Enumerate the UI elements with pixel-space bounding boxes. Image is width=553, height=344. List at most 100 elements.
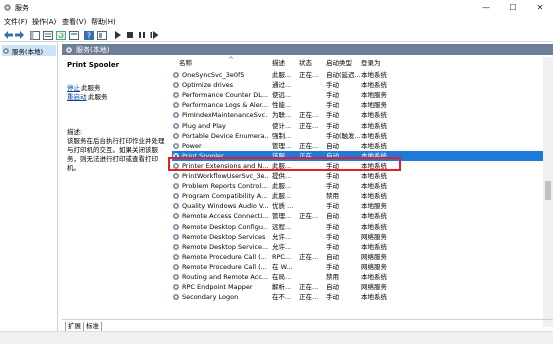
service-desc-cell: 远程... <box>272 222 292 231</box>
service-name-cell: Quality Windows Audio V... <box>182 202 268 211</box>
service-desc-cell: 强制... <box>272 131 292 140</box>
service-gear-icon <box>172 263 180 270</box>
help-icon[interactable]: ? <box>84 30 94 40</box>
service-row[interactable]: Remote Access Connecti... 管理... 正在... 自动 本地系… <box>172 211 544 221</box>
service-startup-cell: 手动 <box>326 202 339 211</box>
service-startup-cell: 自动 <box>326 212 339 221</box>
service-desc-cell: 此服... <box>272 71 292 79</box>
stop-icon[interactable] <box>125 30 135 40</box>
service-row[interactable]: Optimize drives 通过... 手动 本地系统 <box>172 80 544 90</box>
service-row[interactable]: PimIndexMaintenanceSvc... 为联... 正在... 手动 本地系… <box>172 110 544 120</box>
service-status-cell: 正在... <box>299 121 319 130</box>
services-window: 服务 — ☐ ✕ 文件(F) 操作(A) 查看(V) 帮助(H) ? 服务(本地… <box>0 0 553 344</box>
export-icon[interactable] <box>69 30 79 40</box>
service-logon-cell: 本地系统 <box>361 212 387 221</box>
service-row[interactable]: Remote Desktop Configu... 远程... 手动 本地系统 <box>172 222 544 232</box>
service-row[interactable]: Quality Windows Audio V... 优质 ... 手动 本地服务 <box>172 201 544 211</box>
service-startup-cell: 手动 <box>326 121 339 130</box>
pause-icon[interactable] <box>137 30 147 40</box>
vertical-scrollbar[interactable] <box>543 57 553 327</box>
service-row[interactable]: Routing and Remote Acc... 在局... 禁用 本地系统 <box>172 272 544 282</box>
service-gear-icon <box>172 122 180 129</box>
service-startup-cell: 手动 <box>326 232 339 241</box>
view-icon[interactable] <box>97 30 107 40</box>
service-desc-cell: 使计... <box>272 121 292 130</box>
service-row[interactable]: Power 管理... 正在... 自动 本地系统 <box>172 141 544 151</box>
service-row[interactable]: Problem Reports Control... 此服... 手动 本地系统 <box>172 181 544 191</box>
menu-view[interactable]: 查看(V) <box>62 17 86 27</box>
service-row[interactable]: PrintWorkflowUserSvc_3e... 提供... 手动 本地系统 <box>172 171 544 181</box>
service-name-cell: Remote Access Connecti... <box>182 212 268 221</box>
menu-file[interactable]: 文件(F) <box>4 17 28 27</box>
service-row[interactable]: RPC Endpoint Mapper 解析... 正在... 自动 网络服务 <box>172 282 544 292</box>
service-startup-cell: 手动 <box>326 111 339 120</box>
service-row[interactable]: Remote Procedure Call (... RPC... 正在... 自动 网… <box>172 252 544 262</box>
maximize-button[interactable]: ☐ <box>500 0 526 15</box>
content-header-title: 服务(本地) <box>76 46 110 54</box>
service-name-cell: Program Compatibility A... <box>182 192 268 201</box>
service-logon-cell: 本地系统 <box>361 121 387 130</box>
service-gear-icon <box>172 82 180 89</box>
service-gear-icon <box>172 132 180 139</box>
service-desc-cell: RPC... <box>272 252 292 261</box>
column-header-name[interactable]: 名称 <box>179 56 192 70</box>
close-button[interactable]: ✕ <box>527 0 553 15</box>
service-logon-cell: 网络服务 <box>361 232 387 241</box>
service-row[interactable]: Performance Logs & Aler... 性能... 手动 本地服务 <box>172 100 544 110</box>
service-row[interactable]: OneSyncSvc_3e0f5 此服... 正在... 自动(延迟... 本地系统 <box>172 70 544 80</box>
service-gear-icon <box>172 273 180 281</box>
content-header: 服务(本地) <box>62 44 553 55</box>
service-gear-icon <box>172 284 180 291</box>
start-icon[interactable] <box>113 30 123 40</box>
column-header-description[interactable]: 描述 <box>272 56 285 70</box>
service-gear-icon <box>172 183 180 190</box>
service-logon-cell: 本地系统 <box>361 182 387 191</box>
service-row[interactable]: Program Compatibility A... 此服... 禁用 本地系统 <box>172 191 544 201</box>
menu-action[interactable]: 操作(A) <box>32 17 56 27</box>
refresh-icon[interactable] <box>56 30 66 40</box>
service-startup-cell: 自动 <box>326 141 339 150</box>
service-row[interactable]: Remote Desktop Services 允许... 手动 网络服务 <box>172 232 544 242</box>
restart-service-link[interactable]: 重启动 <box>67 91 87 101</box>
column-header-logon-as[interactable]: 登录为 <box>361 56 381 70</box>
service-row[interactable]: Performance Counter DL... 使远... 手动 本地服务 <box>172 90 544 100</box>
service-name-cell: OneSyncSvc_3e0f5 <box>182 71 245 79</box>
window-title: 服务 <box>15 4 29 12</box>
restart-icon[interactable] <box>149 30 159 40</box>
service-name-cell: Plug and Play <box>182 121 226 130</box>
service-startup-cell: 手动 <box>326 293 339 302</box>
content-pane: 服务(本地) Print Spooler 停止 此服务 重启动 此服务 描述: … <box>62 42 553 344</box>
service-row[interactable]: Portable Device Enumera... 强制... 手动(触发... 本… <box>172 131 544 141</box>
properties-icon[interactable] <box>43 30 53 40</box>
menu-help[interactable]: 帮助(H) <box>91 17 116 27</box>
service-logon-cell: 本地服务 <box>361 101 387 110</box>
minimize-button[interactable]: — <box>473 0 499 15</box>
status-bar <box>0 331 553 344</box>
service-row[interactable]: Remote Desktop Service... 允许... 手动 本地系统 <box>172 242 544 252</box>
show-tree-icon[interactable] <box>30 30 40 40</box>
services-gear-icon <box>66 47 72 53</box>
service-logon-cell: 本地系统 <box>361 81 387 90</box>
service-startup-cell: 自动 <box>326 283 339 292</box>
column-header-startup-type[interactable]: 启动类型 <box>326 56 352 70</box>
service-name-cell: Remote Desktop Service... <box>182 242 268 251</box>
service-status-cell: 正在... <box>299 141 319 150</box>
service-desc-cell: 在局... <box>272 273 292 281</box>
service-startup-cell: 自动(延迟... <box>326 71 360 79</box>
service-logon-cell: 网络服务 <box>361 252 387 261</box>
service-gear-icon <box>172 233 180 240</box>
back-icon[interactable] <box>3 30 13 40</box>
service-row[interactable]: Plug and Play 使计... 正在... 手动 本地系统 <box>172 121 544 131</box>
tree-item-services-local[interactable]: 服务(本地) <box>2 45 56 56</box>
service-desc-cell: 管理... <box>272 141 292 150</box>
forward-icon[interactable] <box>14 30 24 40</box>
service-row[interactable]: Remote Procedure Call (... 在 W... 手动 网络服务 <box>172 262 544 272</box>
scrollbar-thumb[interactable] <box>545 181 551 200</box>
service-name-cell: Remote Desktop Configu... <box>182 222 268 231</box>
service-row[interactable]: Secondary Logon 在不... 正在... 手动 本地系统 <box>172 292 544 302</box>
service-desc-cell: 使远... <box>272 91 292 100</box>
column-header-status[interactable]: 状态 <box>299 56 312 70</box>
service-desc-cell: 解析... <box>272 283 292 292</box>
description-text: 该服务在后台执行打印作业并处理与打印机的交互。如果关闭该服务，则无法进行打印或查… <box>67 137 165 172</box>
service-gear-icon <box>172 223 180 230</box>
